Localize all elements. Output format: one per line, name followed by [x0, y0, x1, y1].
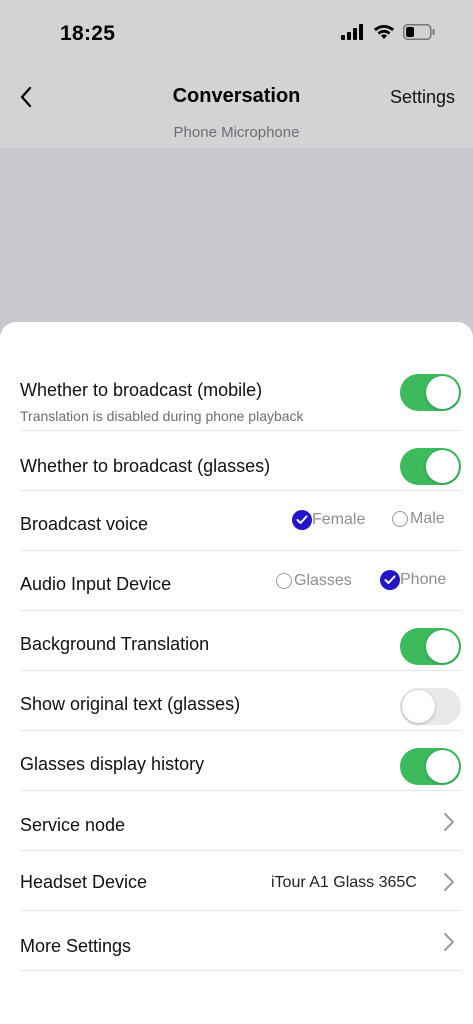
radio-checked-icon [292, 510, 312, 530]
broadcast-voice-label: Broadcast voice [20, 514, 149, 534]
broadcast-glasses-toggle[interactable] [400, 448, 461, 485]
toggle-knob [426, 376, 459, 409]
headset-device-label: Headset Device [20, 872, 148, 892]
glasses-history-toggle[interactable] [400, 748, 461, 785]
chevron-right-icon [444, 933, 454, 951]
audio-option-phone-label: Phone [400, 571, 447, 588]
chevron-right-icon [444, 873, 454, 891]
background-translation-row: Background Translation [20, 610, 461, 671]
wifi-icon [373, 24, 395, 45]
status-icons [341, 23, 435, 45]
radio-unchecked-icon [276, 573, 292, 589]
toggle-knob [426, 450, 459, 483]
battery-icon [403, 23, 435, 45]
radio-checked-icon [380, 570, 400, 590]
audio-option-phone[interactable]: Phone [380, 570, 446, 590]
radio-unchecked-icon [392, 511, 408, 527]
broadcast-glasses-label: Whether to broadcast (glasses) [20, 456, 271, 476]
glasses-history-row: Glasses display history [20, 730, 461, 791]
screen: 18:25 Conversation Settings Phone Microp… [0, 0, 473, 1024]
broadcast-voice-row: Broadcast voice Female Male [20, 490, 461, 551]
voice-option-male-label: Male [410, 510, 445, 527]
broadcast-mobile-hint: Translation is disabled during phone pla… [20, 408, 304, 424]
headset-device-row[interactable]: Headset Device iTour A1 Glass 365C [20, 850, 461, 911]
glasses-history-label: Glasses display history [20, 754, 205, 774]
audio-option-glasses[interactable]: Glasses [276, 572, 352, 590]
service-node-row[interactable]: Service node [20, 790, 461, 851]
show-original-row: Show original text (glasses) [20, 670, 461, 731]
more-settings-label: More Settings [20, 936, 132, 956]
settings-button[interactable]: Settings [390, 87, 455, 108]
broadcast-mobile-row: Whether to broadcast (mobile) Translatio… [20, 362, 461, 431]
status-time: 18:25 [60, 22, 116, 45]
input-source-subtitle: Phone Microphone [173, 124, 300, 141]
headset-device-value: iTour A1 Glass 365C [271, 874, 417, 891]
voice-option-female[interactable]: Female [292, 510, 365, 530]
toggle-knob [426, 630, 459, 663]
background-translation-label: Background Translation [20, 634, 210, 654]
background-translation-toggle[interactable] [400, 628, 461, 665]
audio-input-label: Audio Input Device [20, 574, 172, 594]
audio-option-glasses-label: Glasses [294, 572, 352, 589]
broadcast-glasses-row: Whether to broadcast (glasses) [20, 430, 461, 491]
voice-option-female-label: Female [312, 511, 366, 528]
toggle-knob [426, 750, 459, 783]
settings-sheet: Whether to broadcast (mobile) Translatio… [0, 322, 473, 1024]
show-original-toggle[interactable] [400, 688, 461, 725]
show-original-label: Show original text (glasses) [20, 694, 241, 714]
more-settings-row[interactable]: More Settings [20, 910, 461, 971]
chevron-right-icon [444, 813, 454, 831]
audio-input-row: Audio Input Device Glasses Phone [20, 550, 461, 611]
toggle-knob [402, 690, 435, 723]
broadcast-mobile-label: Whether to broadcast (mobile) [20, 380, 263, 400]
voice-option-male[interactable]: Male [392, 510, 445, 528]
service-node-label: Service node [20, 815, 126, 835]
cellular-signal-icon [341, 23, 365, 45]
broadcast-mobile-toggle[interactable] [400, 374, 461, 411]
